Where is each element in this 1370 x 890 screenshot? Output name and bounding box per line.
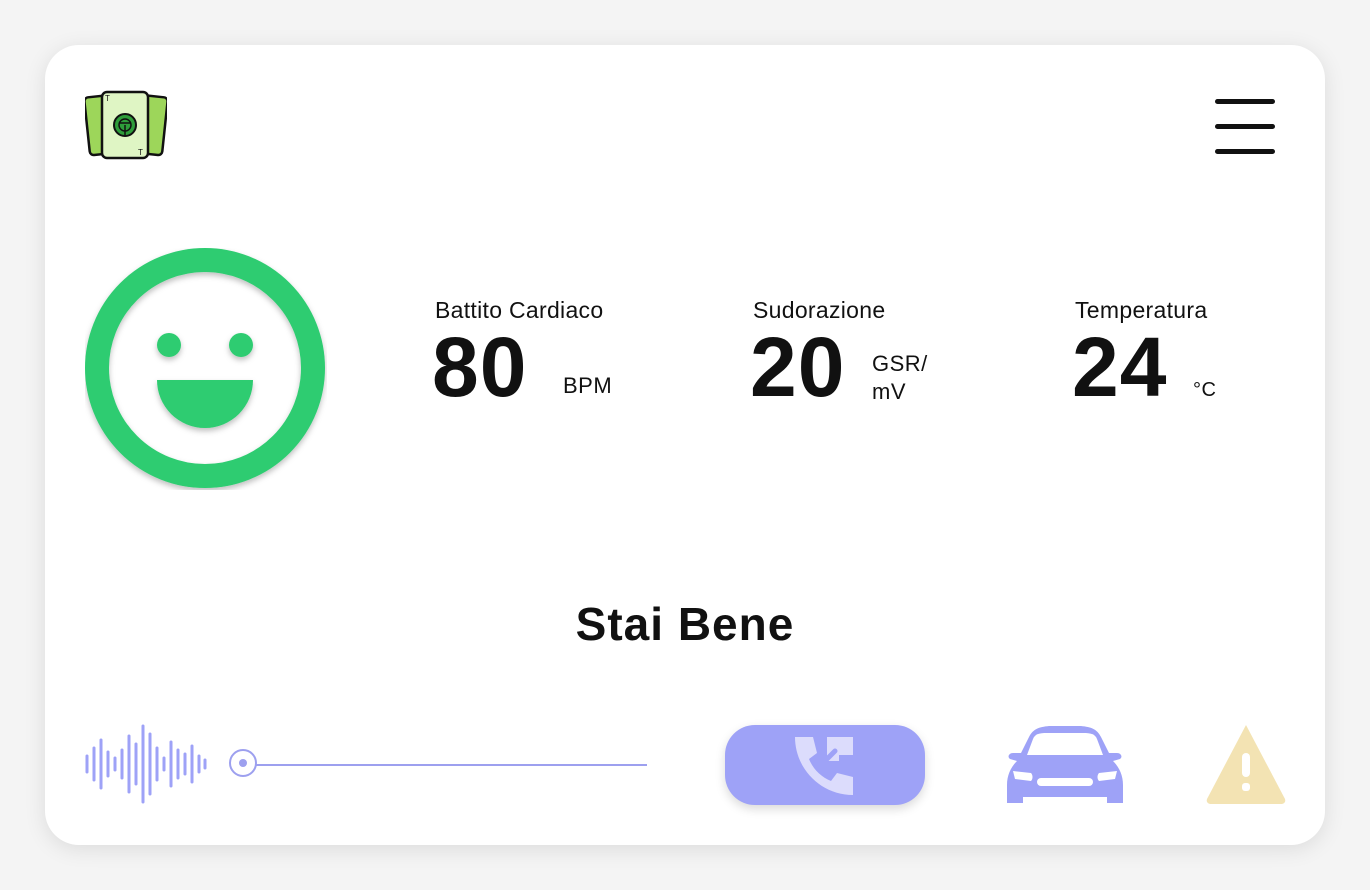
metric-unit: GSR/ mV [872, 351, 928, 404]
call-button[interactable] [725, 725, 925, 805]
happy-face-icon [85, 248, 325, 488]
metric-heart-rate: Battito Cardiaco 80 BPM [432, 297, 612, 414]
phone-call-icon [795, 737, 853, 795]
audio-progress-slider[interactable] [229, 748, 647, 782]
warning-icon[interactable] [1205, 723, 1287, 805]
menu-line [1215, 149, 1275, 154]
menu-line [1215, 124, 1275, 129]
metric-sweat: Sudorazione 20 GSR/ mV [750, 297, 927, 414]
metric-unit: °C [1193, 379, 1217, 401]
metric-value: 80 [432, 320, 528, 414]
slider-handle[interactable] [229, 749, 257, 777]
svg-text:T: T [138, 148, 143, 157]
hamburger-menu-icon[interactable] [1213, 95, 1277, 157]
metric-value: 20 [750, 320, 846, 414]
dashboard-card: T T Battito Cardiaco 80 BPM Sudorazione … [45, 45, 1325, 845]
sound-wave-icon [85, 724, 207, 804]
menu-line [1215, 99, 1275, 104]
metric-temperature: Temperatura 24 °C [1072, 297, 1216, 414]
status-text: Stai Bene [575, 598, 795, 650]
slider-track [245, 764, 647, 766]
metric-value: 24 [1072, 320, 1168, 414]
car-icon[interactable] [1003, 723, 1127, 807]
metric-unit: BPM [563, 373, 613, 398]
driver-cards-logo-icon: T T [85, 90, 167, 160]
svg-text:T: T [105, 94, 110, 103]
